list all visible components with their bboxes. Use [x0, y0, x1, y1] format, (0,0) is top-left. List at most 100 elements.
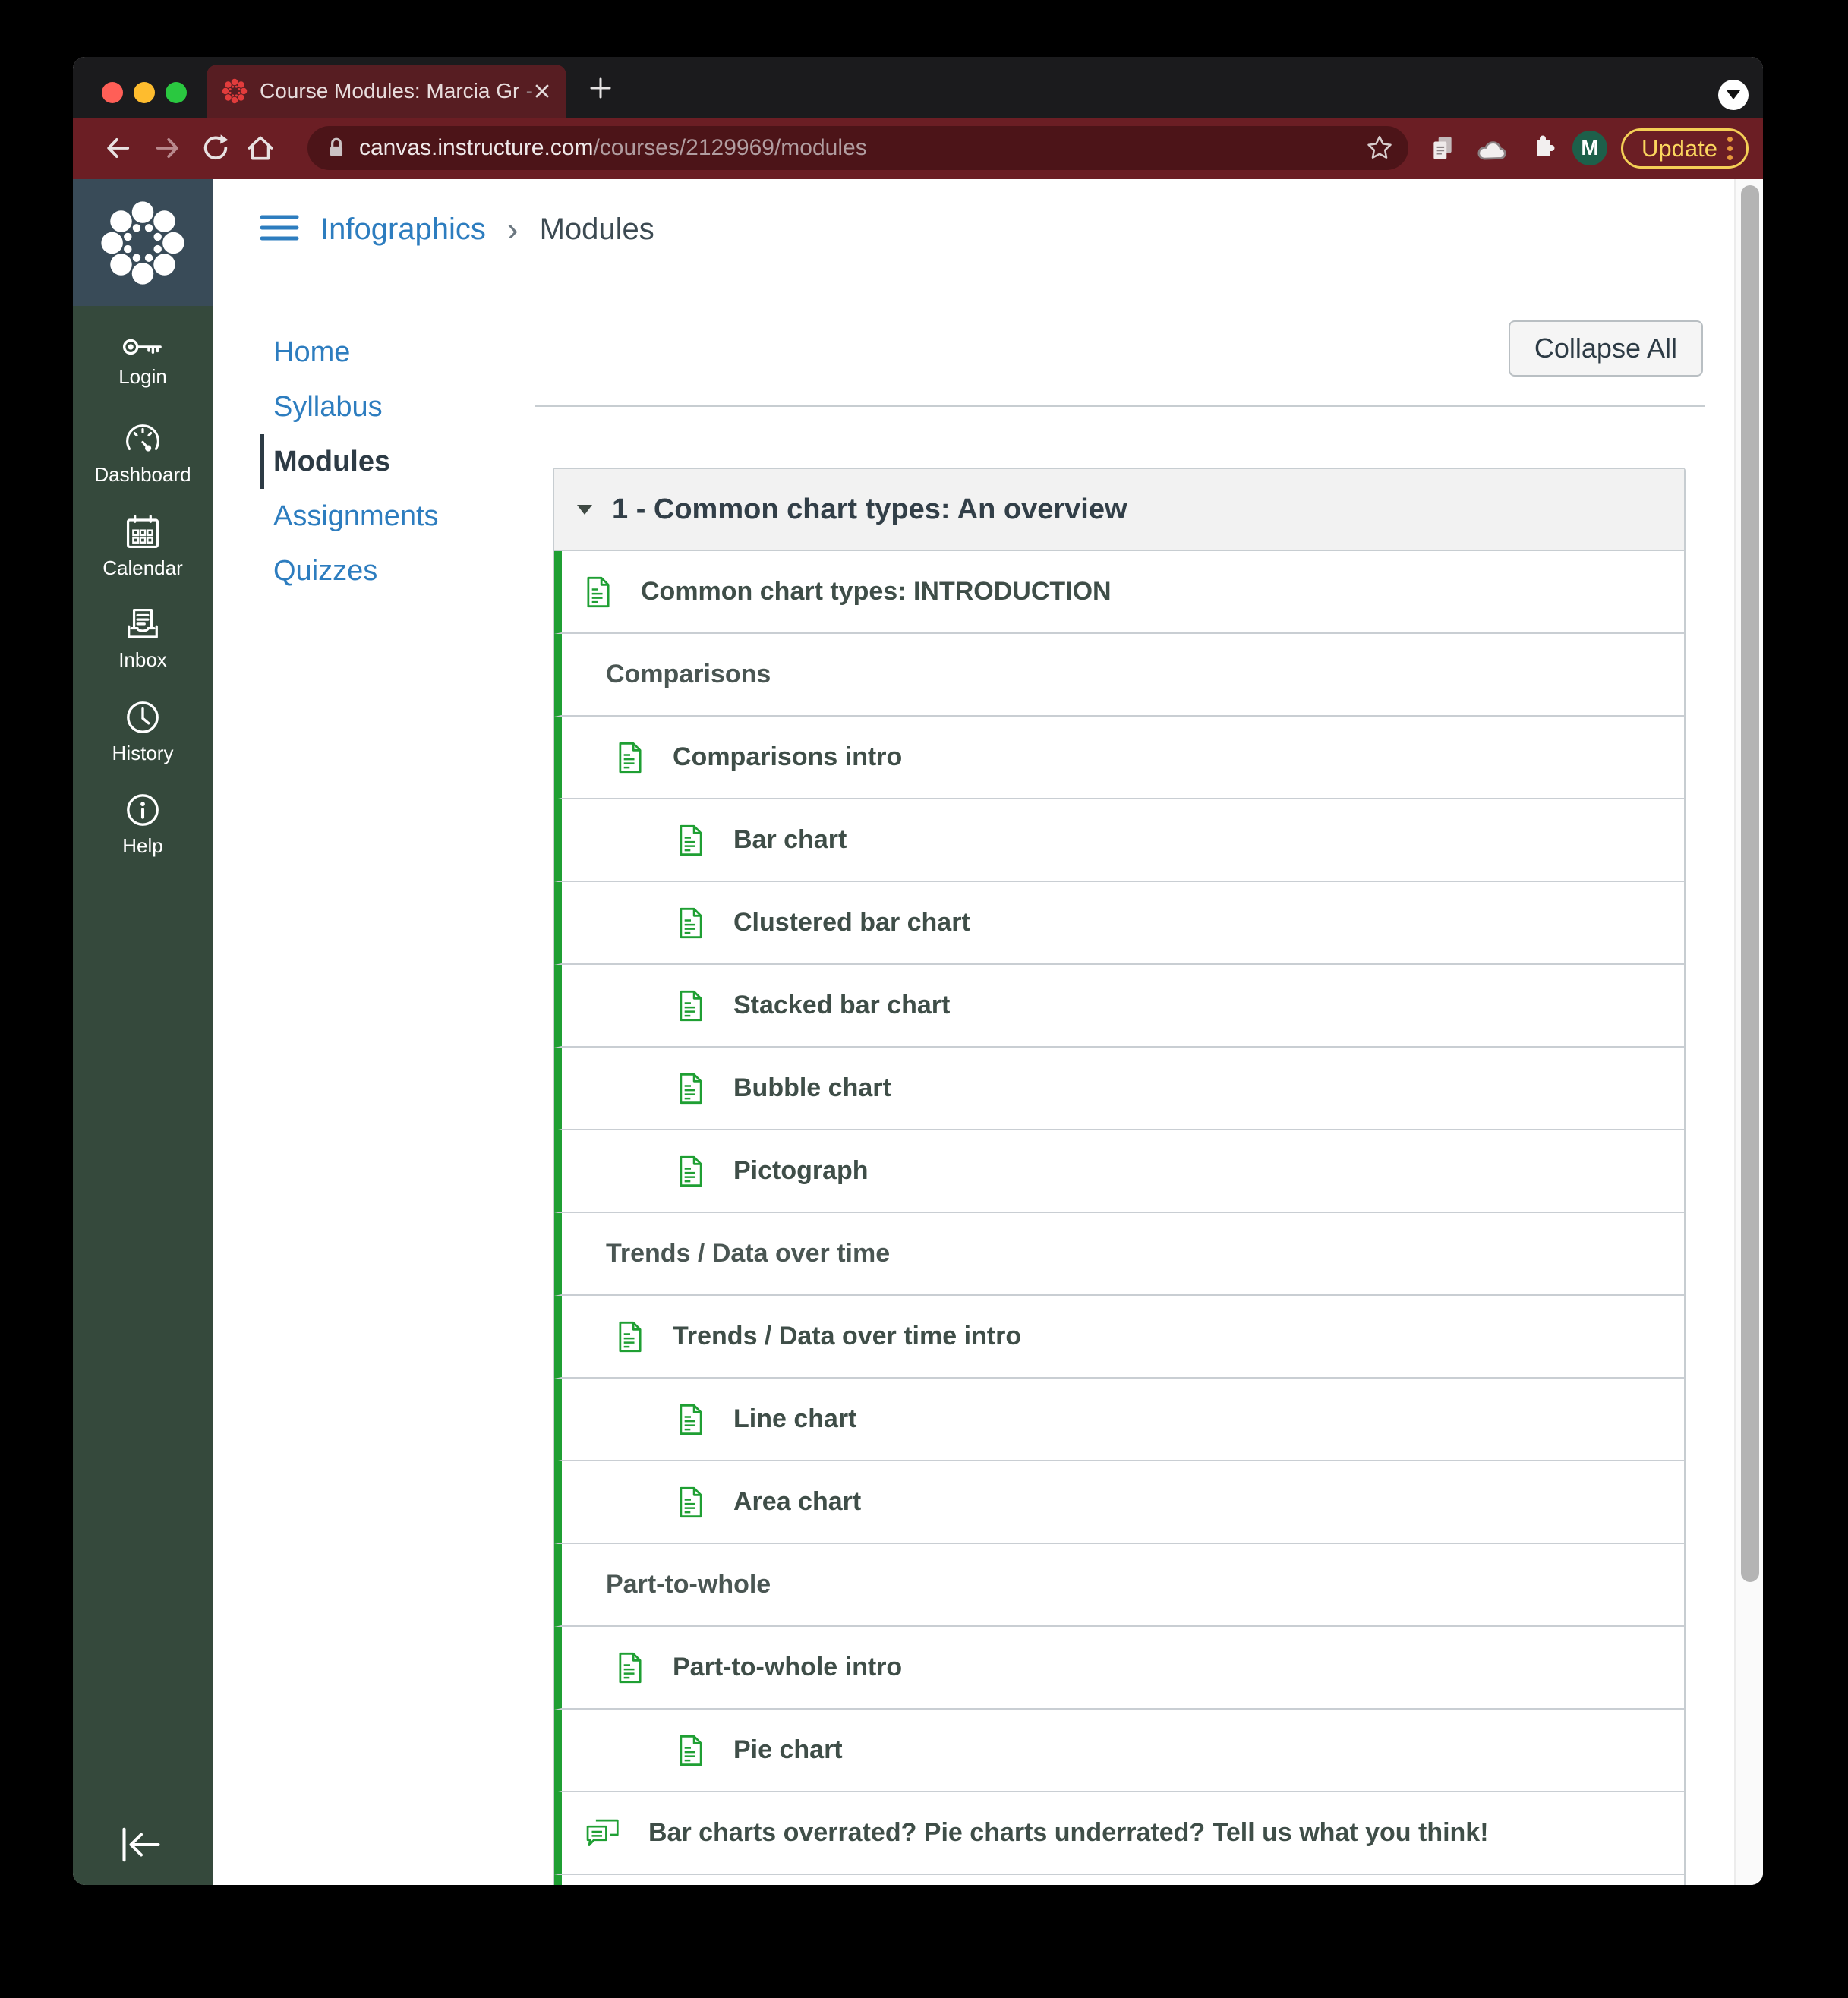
module-subheader: Part-to-whole — [554, 1544, 1684, 1627]
subheader-title: Part-to-whole — [606, 1570, 771, 1599]
canvas-global-nav: Login Dashboard Calendar Inbox History Help — [73, 179, 213, 1885]
sidebar-item-label: Dashboard — [94, 462, 191, 486]
course-nav-syllabus[interactable]: Syllabus — [260, 380, 518, 434]
new-tab-button[interactable] — [586, 74, 615, 102]
course-nav-modules[interactable]: Modules — [260, 434, 518, 489]
module-item-link[interactable]: Bar charts overrated? Pie charts underra… — [648, 1818, 1489, 1848]
module-item-link[interactable]: Area chart — [733, 1487, 861, 1517]
page-icon — [677, 1735, 705, 1766]
collapse-module-icon[interactable] — [577, 504, 592, 515]
calendar-icon — [125, 514, 161, 550]
module-item: Trends / Data over time intro — [554, 1296, 1684, 1379]
close-window-button[interactable] — [102, 82, 123, 103]
cloud-icon[interactable] — [1476, 137, 1508, 162]
module-item: Area chart — [554, 1461, 1684, 1544]
module-item: Comparisons intro — [554, 717, 1684, 799]
module-item-link[interactable]: Clustered bar chart — [733, 908, 970, 938]
discussion-icon — [585, 1817, 620, 1849]
browser-tab[interactable]: Course Modules: Marcia Gray - — [207, 65, 566, 118]
sidebar-item-dashboard[interactable]: Dashboard — [73, 408, 213, 500]
update-label: Update — [1641, 134, 1717, 162]
update-button[interactable]: Update — [1621, 128, 1749, 169]
history-icon — [125, 699, 161, 736]
module-item: Pictograph — [554, 1130, 1684, 1213]
tab-title: Course Modules: Marcia Gray — [260, 79, 519, 102]
help-icon — [125, 792, 161, 828]
sidebar-item-history[interactable]: History — [73, 685, 213, 778]
dashboard-icon — [123, 422, 162, 457]
sidebar-item-label: Help — [122, 834, 163, 857]
module-item: Common chart types: INTRODUCTION — [554, 551, 1684, 634]
window-controls — [102, 82, 187, 103]
breadcrumb-course-link[interactable]: Infographics — [320, 213, 486, 247]
profile-avatar[interactable]: M — [1572, 131, 1607, 165]
breadcrumb-separator: › — [506, 210, 519, 248]
module-item: Part-to-whole intro — [554, 1627, 1684, 1710]
reload-button[interactable] — [200, 133, 231, 163]
module-item-link[interactable]: Bar chart — [733, 825, 847, 855]
module-item-link[interactable]: Bubble chart — [733, 1073, 891, 1103]
key-icon — [121, 335, 164, 359]
hamburger-menu-icon[interactable] — [260, 213, 299, 247]
module-item-link[interactable]: Common chart types: INTRODUCTION — [641, 577, 1112, 607]
browser-menu-icon[interactable] — [1727, 137, 1733, 160]
page-icon — [617, 1652, 644, 1684]
module-header[interactable]: 1 - Common chart types: An overview — [554, 469, 1684, 551]
module-item-link[interactable]: Line chart — [733, 1404, 856, 1434]
page-scrollbar[interactable] — [1734, 179, 1763, 1885]
forward-button[interactable] — [152, 133, 182, 163]
module-item-link[interactable]: Pie chart — [733, 1735, 843, 1765]
module-item: Bar chart — [554, 799, 1684, 882]
bookmark-star-icon[interactable] — [1366, 134, 1393, 160]
extensions-puzzle-icon[interactable] — [1528, 134, 1555, 161]
divider — [535, 405, 1705, 407]
minimize-window-button[interactable] — [134, 82, 155, 103]
sidebar-item-label: Calendar — [102, 556, 183, 579]
module-item: Clustered bar chart — [554, 882, 1684, 965]
module-item-link[interactable]: Trends / Data over time intro — [673, 1322, 1021, 1351]
module-item: Bar charts overrated? Pie charts underra… — [554, 1792, 1684, 1875]
scrollbar-thumb[interactable] — [1741, 185, 1759, 1582]
tab-search-button[interactable] — [1718, 80, 1749, 110]
canvas-favicon-icon — [222, 78, 248, 104]
course-nav-quizzes[interactable]: Quizzes — [260, 544, 518, 598]
page-icon — [677, 990, 705, 1022]
module-item-link[interactable]: Stacked bar chart — [733, 991, 950, 1020]
sidebar-item-login[interactable]: Login — [73, 315, 213, 408]
module-item-partial — [554, 1875, 1684, 1885]
page-icon — [677, 1155, 705, 1187]
module-item-link[interactable]: Comparisons intro — [673, 742, 902, 772]
browser-toolbar: canvas.instructure.com/courses/2129969/m… — [73, 118, 1763, 179]
breadcrumb: Infographics › Modules — [260, 213, 654, 247]
collapse-all-button[interactable]: Collapse All — [1508, 320, 1703, 377]
course-nav-home[interactable]: Home — [260, 325, 518, 380]
collapse-sidebar-icon[interactable] — [117, 1824, 166, 1865]
sidebar-item-calendar[interactable]: Calendar — [73, 500, 213, 593]
sidebar-item-label: Login — [118, 364, 167, 388]
module-item-link[interactable]: Pictograph — [733, 1156, 869, 1186]
page-icon — [617, 742, 644, 774]
tab-close-icon[interactable] — [533, 81, 551, 101]
module-title: 1 - Common chart types: An overview — [612, 493, 1127, 525]
page-icon — [585, 576, 612, 608]
address-bar[interactable]: canvas.instructure.com/courses/2129969/m… — [307, 126, 1408, 170]
sidebar-item-help[interactable]: Help — [73, 778, 213, 871]
module-card: 1 - Common chart types: An overview Comm… — [553, 468, 1686, 1885]
sidebar-item-inbox[interactable]: Inbox — [73, 593, 213, 685]
documents-icon[interactable] — [1429, 134, 1456, 162]
sidebar-item-label: History — [112, 741, 174, 764]
sidebar-item-label: Inbox — [118, 648, 167, 671]
course-nav-assignments[interactable]: Assignments — [260, 489, 518, 544]
module-item-link[interactable]: Part-to-whole intro — [673, 1653, 902, 1682]
canvas-logo[interactable] — [73, 179, 213, 306]
subheader-title: Trends / Data over time — [606, 1239, 891, 1268]
home-button[interactable] — [245, 133, 276, 163]
subheader-title: Comparisons — [606, 660, 771, 689]
page-icon — [677, 824, 705, 856]
back-button[interactable] — [103, 133, 134, 163]
maximize-window-button[interactable] — [166, 82, 187, 103]
page-icon — [677, 1404, 705, 1435]
module-item: Bubble chart — [554, 1048, 1684, 1130]
url-path: /courses/2129969/modules — [593, 135, 867, 160]
breadcrumb-current: Modules — [539, 213, 654, 246]
